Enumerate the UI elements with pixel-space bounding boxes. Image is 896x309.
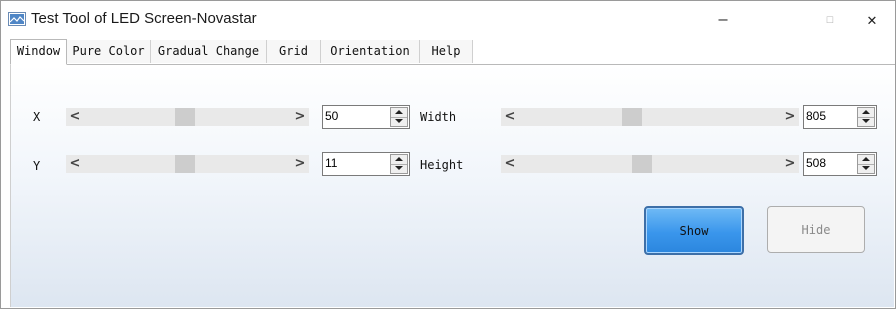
tab-gradual-change[interactable]: Gradual Change <box>151 40 267 63</box>
title-bar[interactable]: Test Tool of LED Screen-Novastar — ☐ ✕ <box>1 1 895 37</box>
close-button[interactable]: ✕ <box>849 1 895 37</box>
height-label: Height <box>420 158 464 172</box>
width-slider[interactable]: < > <box>501 108 799 126</box>
y-decrement-button[interactable] <box>391 164 407 173</box>
show-button[interactable]: Show <box>644 206 744 255</box>
width-label: Width <box>420 110 457 124</box>
height-slider[interactable]: < > <box>501 155 799 173</box>
height-spinbox <box>803 152 877 176</box>
led-screen-icon <box>8 12 26 26</box>
width-spinbox <box>803 105 877 129</box>
down-arrow-icon <box>395 119 403 123</box>
tab-pure-color[interactable]: Pure Color <box>67 40 151 63</box>
hide-button[interactable]: Hide <box>767 206 865 253</box>
x-input[interactable] <box>325 107 383 125</box>
tab-help[interactable]: Help <box>420 40 473 63</box>
height-slider-thumb[interactable] <box>632 155 652 173</box>
width-slider-thumb[interactable] <box>622 108 642 126</box>
width-slider-left-arrow[interactable]: < <box>501 108 519 126</box>
up-arrow-icon <box>862 110 870 114</box>
width-input[interactable] <box>806 107 850 125</box>
y-slider-left-arrow[interactable]: < <box>66 155 84 173</box>
tab-grid[interactable]: Grid <box>267 40 321 63</box>
height-slider-left-arrow[interactable]: < <box>501 155 519 173</box>
window-title: Test Tool of LED Screen-Novastar <box>31 10 257 27</box>
y-label: Y <box>33 159 41 173</box>
y-slider-thumb[interactable] <box>175 155 195 173</box>
up-arrow-icon <box>862 157 870 161</box>
y-slider[interactable]: < > <box>66 155 309 173</box>
tab-window[interactable]: Window <box>10 39 67 65</box>
down-arrow-icon <box>862 166 870 170</box>
minimize-button[interactable]: — <box>700 1 746 37</box>
y-spinbox <box>322 152 410 176</box>
down-arrow-icon <box>395 166 403 170</box>
down-arrow-icon <box>862 119 870 123</box>
y-input[interactable] <box>325 154 383 172</box>
x-decrement-button[interactable] <box>391 117 407 126</box>
window-settings-panel: X < > Width < > Y < <box>10 65 894 307</box>
y-slider-right-arrow[interactable]: > <box>291 155 309 173</box>
tab-orientation[interactable]: Orientation <box>321 40 420 63</box>
x-slider-right-arrow[interactable]: > <box>291 108 309 126</box>
height-input[interactable] <box>806 154 850 172</box>
up-arrow-icon <box>395 157 403 161</box>
x-spinbox <box>322 105 410 129</box>
x-slider-left-arrow[interactable]: < <box>66 108 84 126</box>
app-window: Test Tool of LED Screen-Novastar — ☐ ✕ W… <box>0 0 896 309</box>
menu-tab-bar: Window Pure Color Gradual Change Grid Or… <box>10 39 895 65</box>
height-decrement-button[interactable] <box>858 164 874 173</box>
height-slider-right-arrow[interactable]: > <box>781 155 799 173</box>
x-slider[interactable]: < > <box>66 108 309 126</box>
up-arrow-icon <box>395 110 403 114</box>
maximize-button[interactable]: ☐ <box>807 1 853 37</box>
width-slider-right-arrow[interactable]: > <box>781 108 799 126</box>
x-label: X <box>33 110 41 124</box>
x-slider-thumb[interactable] <box>175 108 195 126</box>
width-decrement-button[interactable] <box>858 117 874 126</box>
